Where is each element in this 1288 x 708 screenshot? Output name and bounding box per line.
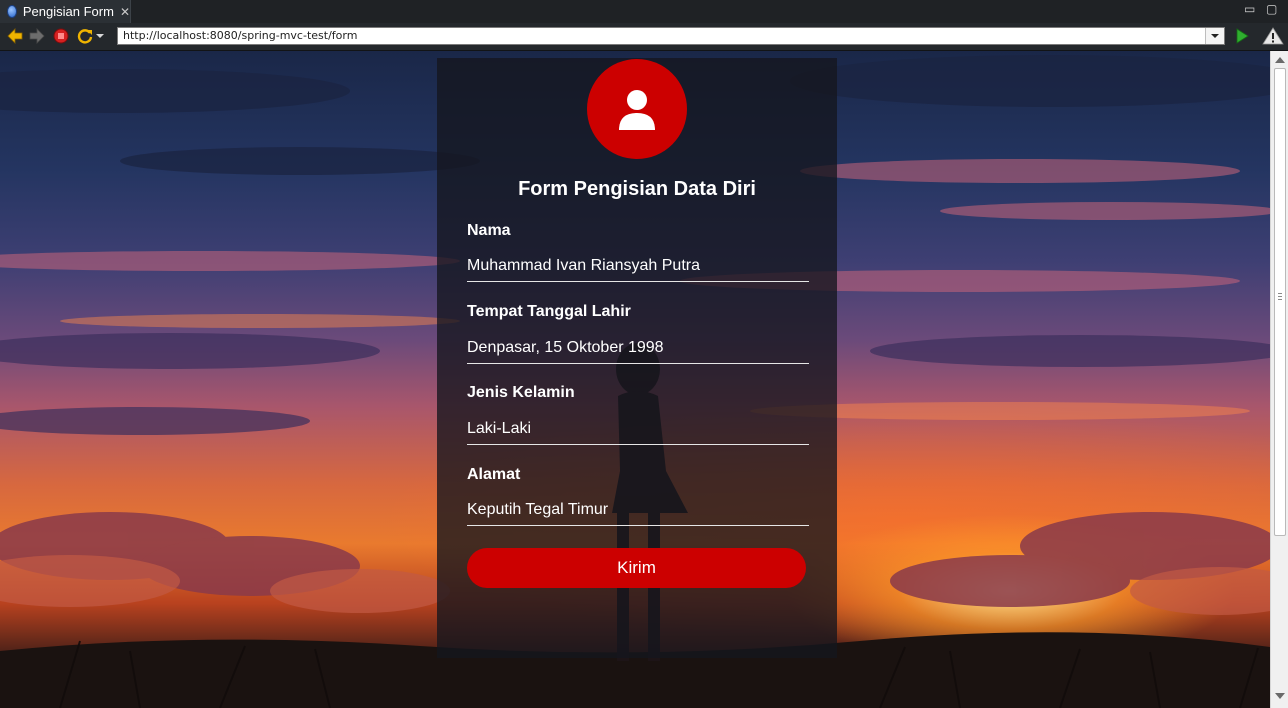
name-field[interactable] xyxy=(467,250,809,282)
address-label: Alamat xyxy=(467,466,521,483)
scroll-down-icon[interactable] xyxy=(1275,693,1285,699)
tab-title: Pengisian Form xyxy=(22,4,114,19)
grip-line xyxy=(1278,299,1282,300)
arrow-right-icon[interactable] xyxy=(28,27,46,45)
gender-field[interactable] xyxy=(467,413,809,445)
address-field[interactable] xyxy=(467,494,809,526)
maximize-icon[interactable]: ▢ xyxy=(1266,2,1277,16)
birth-place-date-field[interactable] xyxy=(467,332,809,364)
arrow-left-icon[interactable] xyxy=(6,27,24,45)
globe-icon xyxy=(7,5,17,18)
address-bar[interactable]: http://localhost:8080/spring-mvc-test/fo… xyxy=(117,27,1225,45)
grip-line xyxy=(1278,293,1282,294)
chevron-down-icon[interactable] xyxy=(95,27,105,45)
user-icon xyxy=(619,90,655,130)
scroll-up-icon[interactable] xyxy=(1275,57,1285,63)
name-label: Nama xyxy=(467,222,511,239)
grip-line xyxy=(1278,296,1282,297)
url-dropdown-icon[interactable] xyxy=(1205,28,1224,44)
scrollbar-thumb[interactable] xyxy=(1274,68,1286,536)
avatar xyxy=(587,59,687,159)
submit-button[interactable]: Kirim xyxy=(467,548,806,588)
vertical-scrollbar[interactable] xyxy=(1270,51,1288,708)
birth-place-date-label: Tempat Tanggal Lahir xyxy=(467,303,631,320)
play-icon[interactable] xyxy=(1233,27,1251,45)
gender-label: Jenis Kelamin xyxy=(467,384,575,401)
minimize-icon[interactable]: ▭ xyxy=(1244,2,1255,16)
warning-icon[interactable] xyxy=(1262,27,1284,45)
close-tab-icon[interactable]: ✕ xyxy=(120,6,130,18)
refresh-icon[interactable] xyxy=(76,27,94,45)
url-text[interactable]: http://localhost:8080/spring-mvc-test/fo… xyxy=(123,29,357,42)
browser-tab[interactable]: Pengisian Form ✕ xyxy=(0,0,131,23)
browser-toolbar: http://localhost:8080/spring-mvc-test/fo… xyxy=(0,23,1288,51)
browser-tab-bar: Pengisian Form ✕ ▭ ▢ xyxy=(0,0,1288,24)
form-title: Form Pengisian Data Diri xyxy=(518,178,756,200)
stop-icon[interactable] xyxy=(52,27,70,45)
